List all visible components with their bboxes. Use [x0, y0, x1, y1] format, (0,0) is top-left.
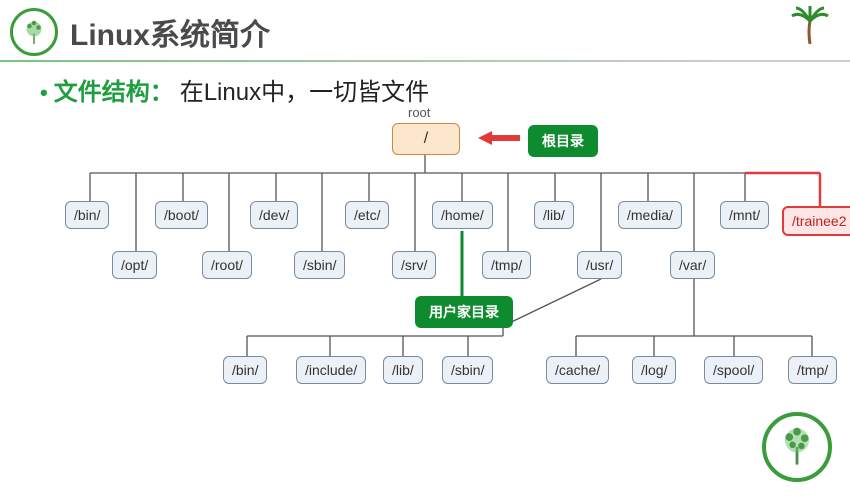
dir-box: /sbin/ — [442, 356, 493, 384]
dir-box: /dev/ — [250, 201, 298, 229]
bullet-label: 文件结构： — [54, 72, 174, 107]
dir-box: /bin/ — [223, 356, 267, 384]
dir-box: /mnt/ — [720, 201, 769, 229]
dir-box: /etc/ — [345, 201, 389, 229]
dir-box: /media/ — [618, 201, 682, 229]
bullet-icon: • — [40, 80, 48, 106]
dir-box: /spool/ — [704, 356, 763, 384]
bullet-row: • 文件结构： 在Linux中，一切皆文件 — [0, 72, 850, 107]
logo-badge — [10, 8, 58, 56]
page-title: Linux系统简介 — [70, 10, 270, 54]
dir-box: /lib/ — [383, 356, 423, 384]
dir-var-box: /var/ — [670, 251, 715, 279]
root-dir-box: / — [392, 123, 460, 155]
arrow-left-icon — [478, 131, 492, 145]
tree-icon — [19, 17, 49, 47]
dir-box: /include/ — [296, 356, 366, 384]
dir-box: /srv/ — [392, 251, 436, 279]
root-text-label: root — [408, 105, 430, 120]
dir-box: /cache/ — [546, 356, 609, 384]
dir-box: /bin/ — [65, 201, 109, 229]
filesystem-diagram: root / 根目录 /bin/ /boot/ /dev/ /etc/ /hom… — [0, 111, 850, 481]
dir-box: /log/ — [632, 356, 676, 384]
tag-user-home: 用户家目录 — [415, 296, 513, 328]
dir-box: /tmp/ — [482, 251, 531, 279]
arrow-tail — [492, 135, 520, 141]
footer-logo-badge — [762, 412, 832, 482]
bullet-text: 在Linux中，一切皆文件 — [180, 72, 429, 107]
dir-box: /sbin/ — [294, 251, 345, 279]
dir-box: /root/ — [202, 251, 252, 279]
dir-home-box: /home/ — [432, 201, 493, 229]
dir-box: /lib/ — [534, 201, 574, 229]
dir-box: /boot/ — [155, 201, 208, 229]
dir-usr-box: /usr/ — [577, 251, 622, 279]
header-divider — [0, 60, 850, 62]
dir-box: /tmp/ — [788, 356, 837, 384]
dir-box: /opt/ — [112, 251, 157, 279]
tag-root-dir: 根目录 — [528, 125, 598, 157]
tree-icon — [775, 425, 819, 469]
trainee-box: /trainee2 — [782, 206, 850, 236]
palm-icon — [790, 6, 830, 55]
